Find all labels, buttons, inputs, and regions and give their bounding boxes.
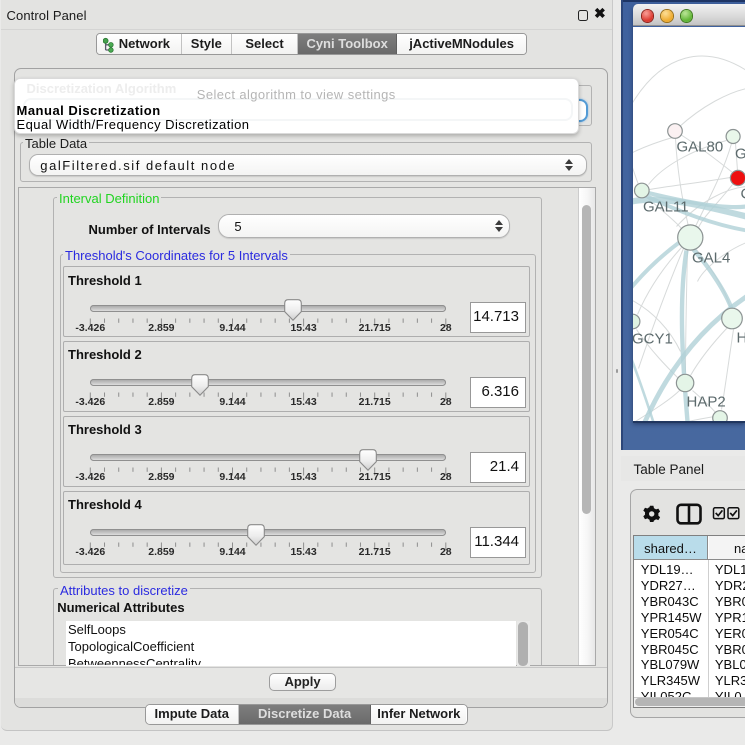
svg-text:GAL80: GAL80 — [676, 138, 723, 155]
svg-text:C: C — [740, 185, 745, 202]
svg-text:GAL4: GAL4 — [692, 249, 730, 266]
svg-text:GCY1: GCY1 — [633, 330, 673, 347]
svg-text:GAL11: GAL11 — [643, 198, 689, 215]
svg-text:H: H — [736, 329, 745, 346]
svg-text:G: G — [735, 145, 745, 162]
svg-text:HAP2: HAP2 — [686, 393, 725, 410]
